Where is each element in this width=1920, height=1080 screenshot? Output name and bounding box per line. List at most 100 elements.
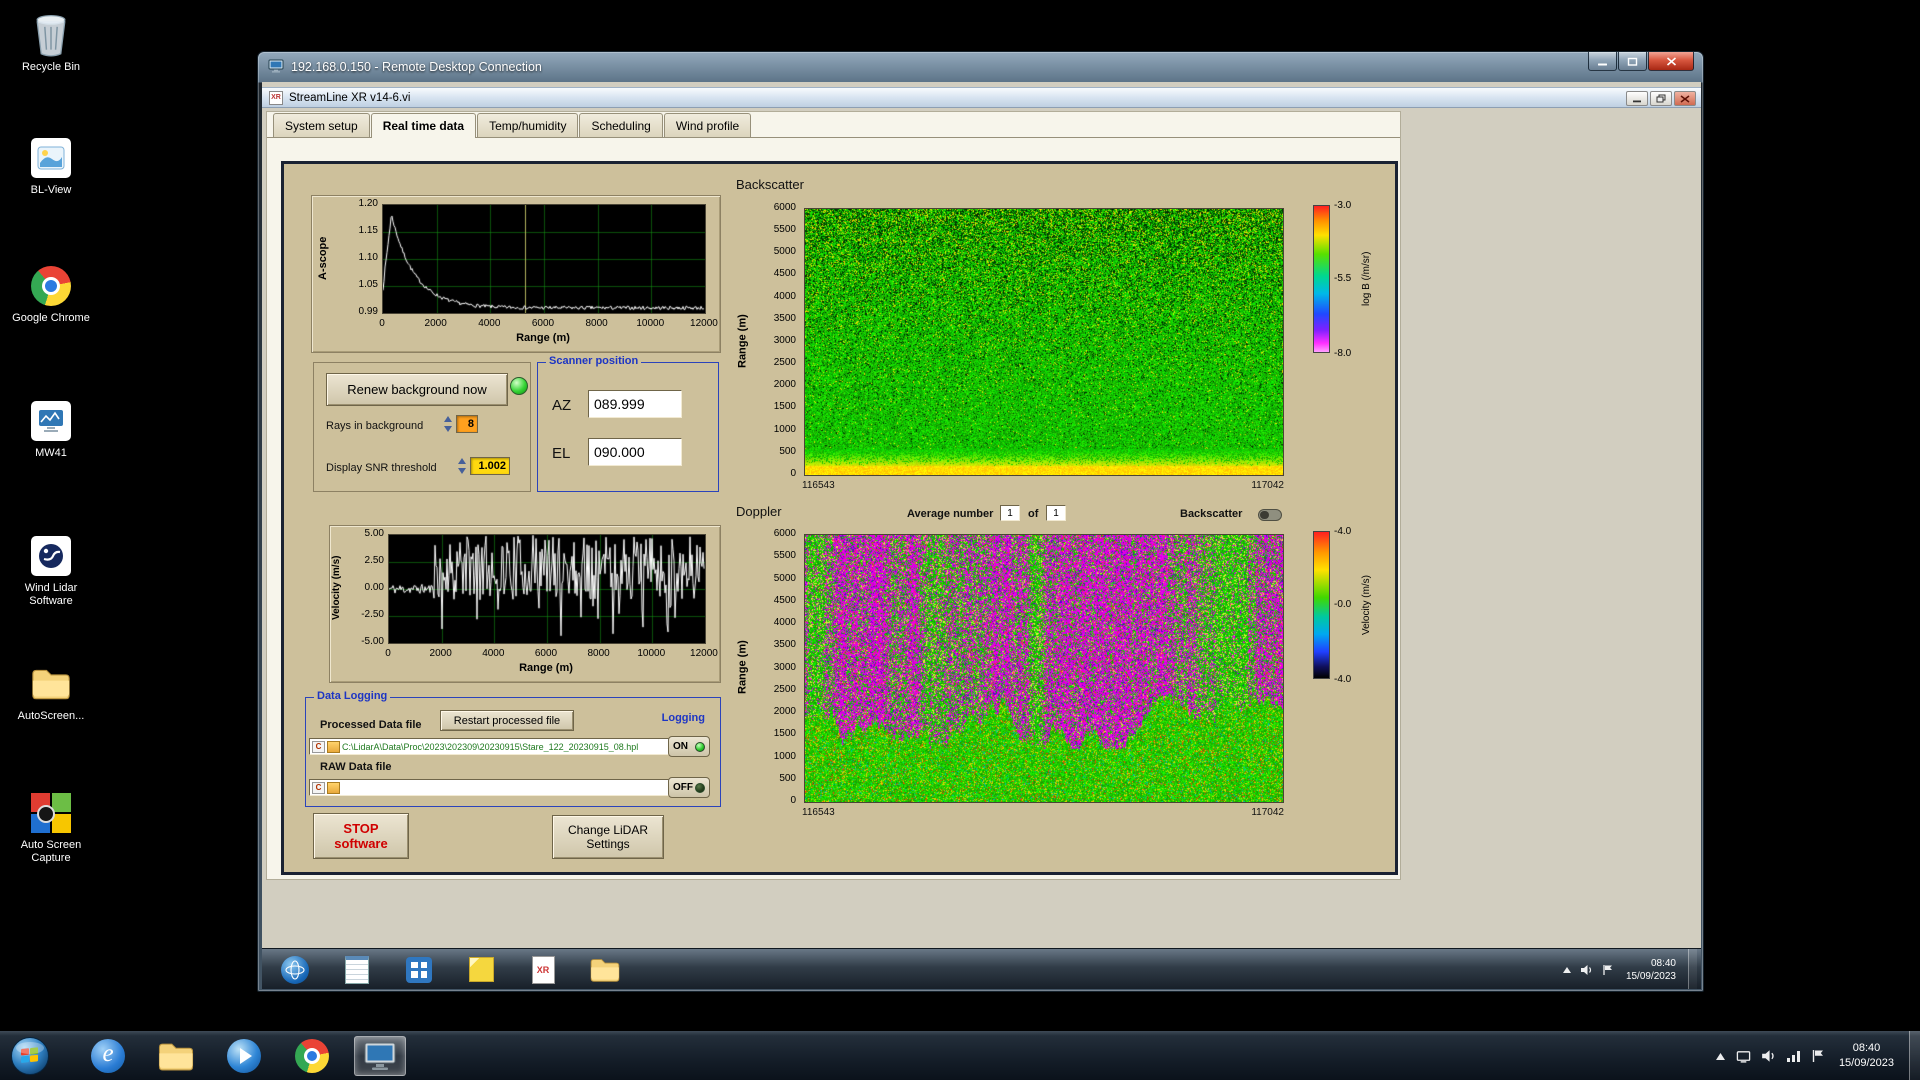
- axis-tick-label: 0.00: [364, 582, 384, 593]
- backscatter-doppler-toggle[interactable]: [1258, 509, 1282, 521]
- remote-action-center-flag-icon[interactable]: [1602, 964, 1614, 976]
- axis-tick-label: 5000: [773, 572, 796, 584]
- chrome-icon: [6, 263, 96, 309]
- remote-app-grid-icon[interactable]: [396, 953, 442, 986]
- remote-notepad-icon[interactable]: [334, 953, 380, 986]
- hidden-icons-arrow[interactable]: [1715, 1052, 1726, 1061]
- axis-tick-label: 0: [790, 795, 796, 806]
- browse-folder-icon[interactable]: [327, 781, 340, 794]
- axis-tick-label: 500: [779, 772, 796, 784]
- app-restore-button[interactable]: [1650, 91, 1672, 106]
- processed-path-field[interactable]: C C:\LidarA\Data\Proc\2023\202309\202309…: [309, 738, 669, 755]
- browse-folder-icon[interactable]: [327, 740, 340, 753]
- axis-tick-label: 4500: [773, 268, 796, 280]
- show-desktop-button[interactable]: [1909, 1031, 1920, 1080]
- axis-tick-label: 0: [385, 648, 391, 659]
- doppler-x-end: 117042: [1251, 807, 1284, 818]
- rays-value-box[interactable]: 8: [456, 415, 478, 433]
- tab-real-time-data[interactable]: Real time data: [370, 113, 477, 138]
- raw-logging-toggle[interactable]: OFF: [668, 777, 710, 798]
- doppler-y-axis-label: Range (m): [736, 640, 749, 695]
- rdp-minimize-button[interactable]: [1588, 52, 1617, 71]
- doppler-colorbar: [1313, 531, 1330, 679]
- axis-tick-label: -5.00: [361, 636, 384, 647]
- desktop-icon-auto-screen-capture[interactable]: Auto Screen Capture: [6, 790, 96, 865]
- desktop-icon-label: MW41: [35, 447, 67, 459]
- remote-ie-icon[interactable]: [272, 953, 318, 986]
- tab-scheduling[interactable]: Scheduling: [579, 113, 663, 137]
- taskbar-explorer-icon[interactable]: [150, 1036, 202, 1076]
- velocity-graph: Velocity (m/s) 5.00 2.50 0.00 -2.50 -5.00 0 2…: [329, 525, 721, 683]
- taskbar: e 08:40 15/09/2023: [0, 1030, 1920, 1080]
- average-number-field[interactable]: 1: [1000, 505, 1020, 521]
- axis-tick-label: 6000: [773, 528, 796, 539]
- desktop-icon-bl-view[interactable]: BL-View: [6, 135, 96, 197]
- tray-volume-icon[interactable]: [1761, 1049, 1777, 1063]
- tab-wind-profile[interactable]: Wind profile: [663, 113, 752, 137]
- restart-processed-file-button[interactable]: Restart processed file: [440, 710, 574, 731]
- app-window-title: StreamLine XR v14-6.vi: [289, 91, 411, 104]
- taskbar-chrome-icon[interactable]: [286, 1036, 338, 1076]
- rdp-window-buttons: [1587, 52, 1694, 71]
- remote-streamline-vi-icon[interactable]: XR: [520, 953, 566, 986]
- rdp-computer-icon: [268, 59, 284, 76]
- app-close-button[interactable]: [1674, 91, 1696, 106]
- axis-tick-label: 8000: [585, 318, 608, 329]
- axis-tick-label: 6000: [773, 202, 796, 213]
- tab-temp-humidity[interactable]: Temp/humidity: [477, 113, 579, 137]
- el-value-field[interactable]: 090.000: [588, 438, 682, 466]
- az-value-field[interactable]: 089.999: [588, 390, 682, 418]
- app-minimize-button[interactable]: [1626, 91, 1648, 106]
- taskbar-clock-time: 08:40: [1852, 1042, 1881, 1055]
- processed-path-text: C:\LidarA\Data\Proc\2023\202309\20230915…: [342, 741, 639, 752]
- backscatter-y-axis-label: Range (m): [736, 314, 749, 368]
- axis-tick-label: -2.50: [361, 609, 384, 620]
- remote-volume-icon[interactable]: [1580, 964, 1594, 976]
- remote-hidden-icons-arrow[interactable]: [1562, 966, 1572, 974]
- scanner-position-title: Scanner position: [546, 355, 642, 367]
- raw-path-field[interactable]: C: [309, 779, 669, 796]
- rdp-maximize-button[interactable]: [1618, 52, 1647, 71]
- tray-network-icon[interactable]: [1786, 1049, 1802, 1063]
- axis-tick-label: 2500: [773, 683, 796, 695]
- remote-sticky-notes-icon[interactable]: [458, 953, 504, 986]
- change-lidar-settings-button[interactable]: Change LiDAR Settings: [552, 815, 664, 859]
- desktop-icon-autoscreen[interactable]: AutoScreen...: [6, 661, 96, 723]
- tray-display-icon[interactable]: [1735, 1049, 1752, 1064]
- remote-clock[interactable]: 08:40 15/09/2023: [1626, 957, 1676, 983]
- desktop-icon-label: Auto Screen Capture: [20, 839, 82, 865]
- remote-show-desktop-button[interactable]: [1688, 949, 1697, 989]
- renew-background-button[interactable]: Renew background now: [326, 373, 508, 406]
- taskbar-clock[interactable]: 08:40 15/09/2023: [1839, 1041, 1894, 1071]
- axis-tick-label: 6000: [534, 648, 558, 659]
- average-total-field[interactable]: 1: [1046, 505, 1066, 521]
- rays-spinner[interactable]: [444, 415, 453, 433]
- tray-action-center-flag-icon[interactable]: [1811, 1049, 1824, 1063]
- start-button[interactable]: [10, 1036, 50, 1076]
- rdp-titlebar[interactable]: 192.168.0.150 - Remote Desktop Connectio…: [258, 52, 1703, 82]
- remote-clock-date: 15/09/2023: [1625, 970, 1676, 982]
- desktop-icon-recycle-bin[interactable]: Recycle Bin: [6, 12, 96, 74]
- backscatter-colorbar-label: log B (/m/sr): [1361, 251, 1372, 307]
- processed-logging-toggle[interactable]: ON: [668, 736, 710, 757]
- recycle-bin-icon: [6, 12, 96, 58]
- rdp-close-button[interactable]: [1648, 52, 1694, 71]
- data-logging-box: Data Logging Processed Data file Restart…: [305, 690, 721, 807]
- remote-explorer-icon[interactable]: [582, 953, 628, 986]
- desktop-icon-mw41[interactable]: MW41: [6, 398, 96, 460]
- desktop-icon-wind-lidar[interactable]: Wind Lidar Software: [6, 533, 96, 608]
- tab-system-setup[interactable]: System setup: [273, 113, 370, 137]
- axis-tick-label: 2000: [773, 706, 796, 717]
- taskbar-wmp-icon[interactable]: [218, 1036, 270, 1076]
- axis-tick-label: 5000: [773, 246, 796, 258]
- axis-tick-label: 2000: [773, 379, 796, 391]
- snr-spinner[interactable]: [458, 457, 467, 475]
- taskbar-rdp-icon[interactable]: [354, 1036, 406, 1076]
- desktop-icon-google-chrome[interactable]: Google Chrome: [6, 263, 96, 325]
- app-titlebar[interactable]: XR StreamLine XR v14-6.vi: [262, 87, 1701, 108]
- snr-value-box[interactable]: 1.002: [470, 457, 510, 475]
- axis-tick-label: 10000: [637, 648, 666, 659]
- taskbar-ie-icon[interactable]: e: [82, 1036, 134, 1076]
- axis-tick-label: 4000: [773, 617, 796, 628]
- stop-software-button[interactable]: STOP software: [313, 813, 409, 859]
